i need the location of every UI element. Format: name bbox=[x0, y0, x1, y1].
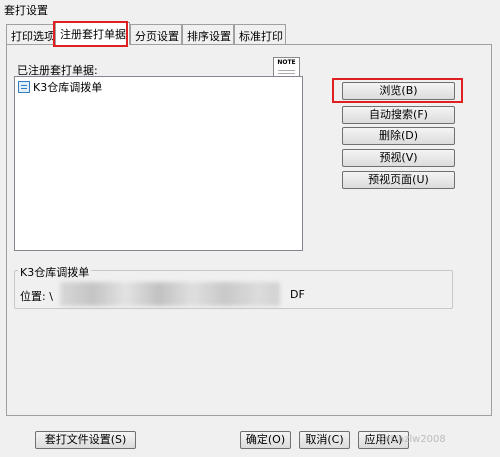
browse-button-label: 浏览(B) bbox=[379, 84, 418, 97]
registered-template-list[interactable]: K3仓库调拨单 bbox=[14, 76, 303, 251]
preview-button[interactable]: 预视(V) bbox=[342, 149, 455, 167]
auto-search-button-label: 自动搜索(F) bbox=[369, 108, 428, 121]
template-file-settings-button[interactable]: 套打文件设置(S) bbox=[35, 431, 136, 449]
tab-register-templates[interactable]: 注册套打单据 bbox=[55, 22, 130, 45]
preview-page-button-label: 预视页面(U) bbox=[368, 173, 429, 186]
list-item[interactable]: K3仓库调拨单 bbox=[18, 80, 102, 94]
tab-paging-settings[interactable]: 分页设置 bbox=[130, 24, 182, 44]
delete-button[interactable]: 删除(D) bbox=[342, 127, 455, 145]
note-icon: NOTE bbox=[273, 57, 300, 78]
tab-standard-print[interactable]: 标准打印 bbox=[234, 24, 286, 44]
ok-button[interactable]: 确定(O) bbox=[240, 431, 291, 449]
redacted-path bbox=[60, 282, 280, 306]
cancel-button[interactable]: 取消(C) bbox=[299, 431, 350, 449]
ok-button-label: 确定(O) bbox=[245, 433, 286, 446]
document-icon bbox=[18, 81, 30, 93]
position-suffix: DF bbox=[290, 288, 305, 301]
preview-button-label: 预视(V) bbox=[379, 151, 418, 164]
window-title: 套打设置 bbox=[0, 0, 500, 18]
tab-sort-settings[interactable]: 排序设置 bbox=[182, 24, 234, 44]
auto-search-button[interactable]: 自动搜索(F) bbox=[342, 106, 455, 124]
group-title: K3仓库调拨单 bbox=[18, 264, 92, 280]
tab-print-options[interactable]: 打印选项 bbox=[6, 24, 55, 44]
delete-button-label: 删除(D) bbox=[378, 129, 419, 142]
preview-page-button[interactable]: 预视页面(U) bbox=[342, 171, 455, 189]
browse-button[interactable]: 浏览(B) bbox=[342, 82, 455, 100]
template-file-settings-label: 套打文件设置(S) bbox=[44, 433, 127, 446]
list-item-label: K3仓库调拨单 bbox=[33, 81, 103, 94]
watermark-text: net/nzlw2008 bbox=[378, 434, 446, 445]
position-label: 位置: \ bbox=[20, 290, 53, 303]
cancel-button-label: 取消(C) bbox=[305, 433, 344, 446]
